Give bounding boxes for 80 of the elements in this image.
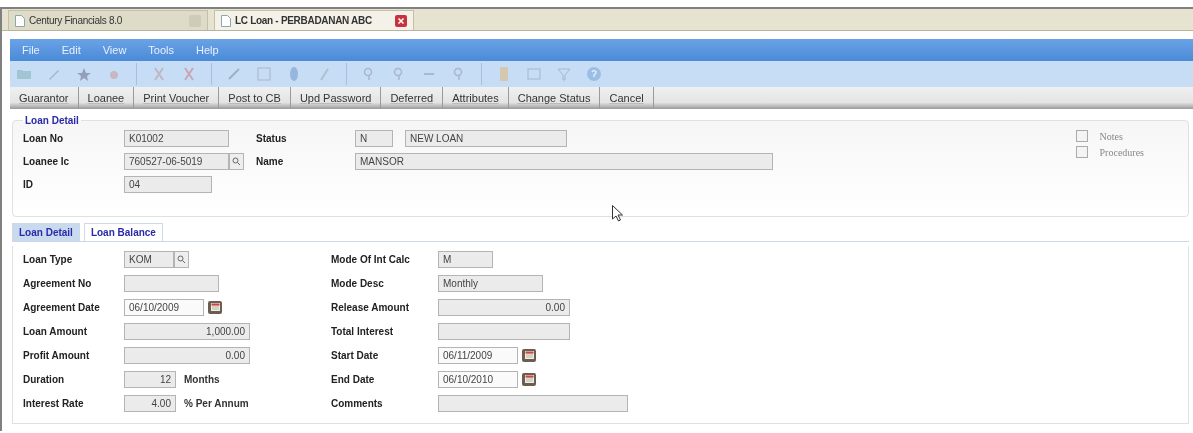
calendar-icon (210, 303, 220, 311)
lookup-field[interactable]: KOM (124, 250, 174, 268)
action-button[interactable]: Loanee (78, 87, 135, 109)
document-icon (221, 14, 231, 27)
field-label: End Date (331, 373, 376, 385)
form-tab[interactable]: Loan Detail (12, 223, 80, 241)
browser-tab[interactable]: LC Loan - PERBADANAN ABC (214, 10, 414, 30)
text-field[interactable]: Monthly (438, 274, 543, 292)
tab-title: LC Loan - PERBADANAN ABC (235, 15, 373, 26)
checkbox-label: Procedures (1099, 146, 1144, 158)
field-label: Start Date (331, 349, 380, 361)
text-field[interactable]: N (355, 130, 393, 147)
action-button[interactable]: Upd Password (290, 87, 382, 109)
panel-title: Loan Detail (24, 115, 80, 126)
field-label: Agreement Date (23, 301, 101, 313)
field-label: Profit Amount (23, 349, 91, 361)
square-icon[interactable] (256, 66, 272, 82)
field-label: Agreement No (23, 277, 93, 289)
action-button[interactable]: Guarantor (10, 87, 79, 109)
document-icon (15, 14, 25, 27)
date-field[interactable]: 06/11/2009 (438, 346, 518, 364)
field-label: Name (256, 156, 285, 167)
action-button[interactable]: Attributes (443, 87, 509, 109)
action-button[interactable]: Print Voucher (134, 87, 220, 109)
amount-field[interactable]: 1,000.00 (124, 322, 250, 340)
help-icon[interactable] (586, 66, 602, 82)
field-label: ID (23, 179, 34, 190)
field-label: Mode Of Int Calc (331, 253, 411, 265)
magnifier-icon (177, 254, 186, 264)
amount-field[interactable]: 0.00 (438, 298, 570, 316)
unit-label: % Per Annum (184, 397, 249, 409)
text-field[interactable] (124, 274, 219, 292)
action-button[interactable]: Deferred (381, 87, 444, 109)
lookup-button[interactable] (174, 250, 189, 268)
field-label: Comments (331, 397, 384, 409)
action-button[interactable]: Post to CB (219, 87, 291, 109)
field-label: Loanee Ic (23, 156, 71, 167)
magnifier-icon (232, 157, 241, 166)
field-label: Loan No (23, 133, 64, 144)
field-label: Duration (23, 373, 66, 385)
text-field[interactable]: 04 (124, 176, 212, 193)
action-button[interactable]: Change Status (508, 87, 601, 109)
field-label: Total Interest (331, 325, 395, 337)
amount-field[interactable] (438, 322, 570, 340)
text-field[interactable] (438, 394, 628, 412)
calendar-icon (524, 375, 534, 383)
amount-field[interactable]: 0.00 (124, 346, 250, 364)
checkbox-label: Notes (1099, 130, 1123, 142)
close-icon[interactable] (395, 14, 407, 27)
text-field[interactable]: M (438, 250, 493, 268)
text-field[interactable]: NEW LOAN (405, 130, 567, 147)
text-field[interactable]: K01002 (124, 130, 229, 147)
field-label: Interest Rate (23, 397, 85, 409)
lookup-field[interactable]: 760527-06-5019 (124, 153, 229, 170)
text-field[interactable]: MANSOR (355, 153, 773, 170)
checkbox[interactable] (1075, 146, 1088, 158)
tab-title: Century Financials 8.0 (29, 15, 123, 26)
calendar-button[interactable] (208, 300, 222, 314)
window-icon[interactable] (526, 66, 542, 82)
amount-field[interactable]: 12 (124, 370, 176, 388)
action-button[interactable]: Cancel (600, 87, 654, 109)
calendar-icon (524, 351, 534, 359)
field-label: Loan Type (23, 253, 74, 265)
lookup-button[interactable] (229, 153, 244, 170)
calendar-button[interactable] (522, 348, 536, 362)
field-label: Status (256, 133, 288, 144)
field-label: Loan Amount (23, 325, 89, 337)
field-label: Release Amount (331, 301, 410, 313)
checkbox[interactable] (1075, 130, 1088, 142)
filter-icon[interactable] (556, 66, 572, 82)
browser-tab[interactable]: Century Financials 8.0 (8, 10, 208, 30)
star-icon[interactable] (76, 66, 92, 82)
form-tab[interactable]: Loan Balance (83, 223, 163, 241)
amount-field[interactable]: 4.00 (124, 394, 176, 412)
date-field[interactable]: 06/10/2010 (438, 370, 518, 388)
field-label: Mode Desc (331, 277, 385, 289)
date-field[interactable]: 06/10/2009 (124, 298, 204, 316)
calendar-button[interactable] (522, 372, 536, 386)
cursor-icon (612, 205, 623, 222)
unit-label: Months (184, 373, 220, 385)
